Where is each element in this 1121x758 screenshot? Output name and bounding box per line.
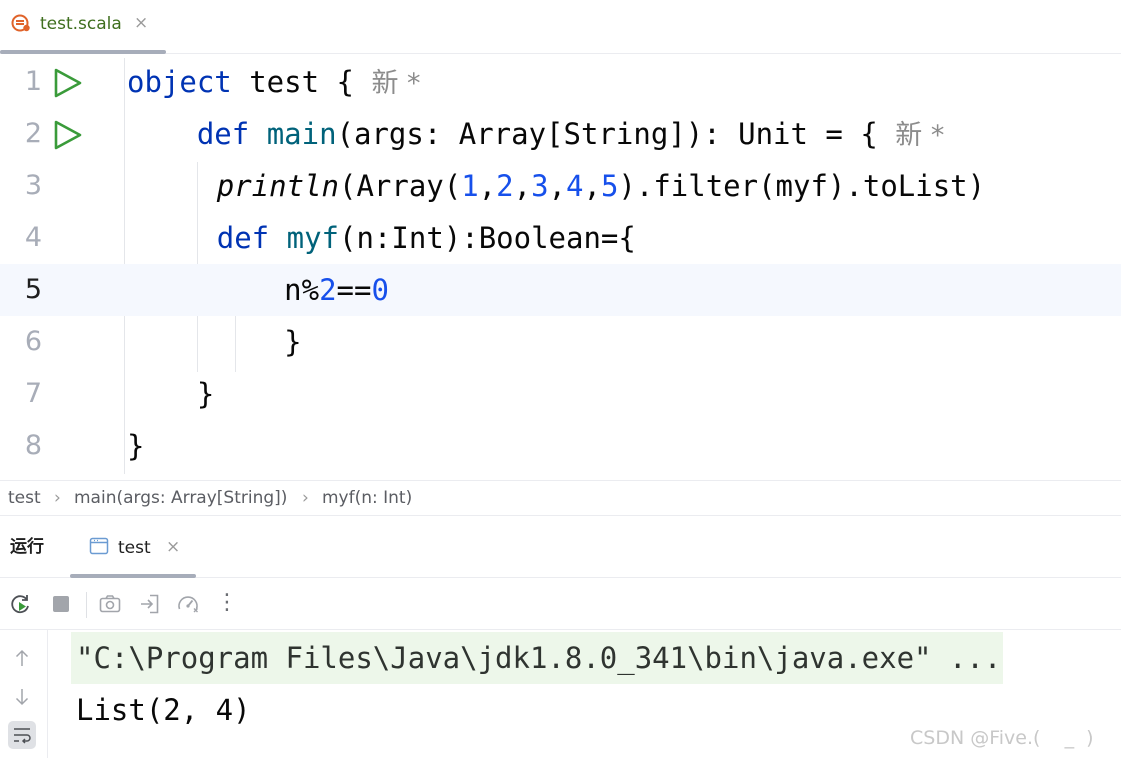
console-gutter xyxy=(0,630,48,758)
code-token: { xyxy=(336,65,354,99)
code-text: } xyxy=(127,316,302,368)
function-token: println xyxy=(216,169,339,203)
line-number: 6 xyxy=(24,326,42,357)
code-token: } xyxy=(127,429,145,463)
screenshot-icon[interactable] xyxy=(98,592,122,616)
number-token: 4 xyxy=(566,169,584,203)
code-token: == xyxy=(336,273,372,307)
run-tab-label: test xyxy=(118,538,151,558)
code-line[interactable]: 2 def main(args: Array[String]): Unit = … xyxy=(0,108,1121,160)
editor-tab-label: test.scala xyxy=(40,14,122,34)
profiler-icon[interactable] xyxy=(176,592,200,616)
stop-icon[interactable] xyxy=(49,592,73,616)
code-token: , xyxy=(513,169,532,203)
number-token: 5 xyxy=(600,169,619,203)
keyword-token: def xyxy=(216,221,270,255)
line-number: 8 xyxy=(24,430,42,461)
number-token: 1 xyxy=(461,169,479,203)
code-token: n% xyxy=(284,273,320,307)
scala-file-icon xyxy=(11,14,30,32)
code-line[interactable]: 8 } xyxy=(0,420,1121,472)
run-gutter-icon[interactable] xyxy=(52,67,84,99)
code-text: println(Array(1,2,3,4,5).filter(myf).toL… xyxy=(112,160,985,212)
close-icon[interactable]: × xyxy=(134,12,148,34)
exit-icon[interactable] xyxy=(138,592,162,616)
function-token: myf xyxy=(286,221,340,255)
code-line[interactable]: 1 object test { 新 * xyxy=(0,56,1121,108)
number-token: 2 xyxy=(496,169,514,203)
code-text: n%2==0 xyxy=(127,264,389,316)
code-token: (n:Int):Boolean={ xyxy=(339,221,636,255)
breadcrumb-item-main[interactable]: main(args: Array[String]) xyxy=(74,481,287,515)
editor-tab-test-scala[interactable]: test.scala × xyxy=(0,0,166,54)
breadcrumb: test › main(args: Array[String]) › myf(n… xyxy=(0,480,1121,516)
rerun-icon[interactable] xyxy=(9,592,33,616)
breadcrumb-separator: › xyxy=(302,488,309,508)
run-panel-title: 运行 xyxy=(10,537,44,557)
watermark-text: CSDN @Five.( _ ) xyxy=(910,727,1094,749)
run-toolbar: ⋮ xyxy=(0,578,1121,630)
code-token: test xyxy=(231,65,337,99)
editor-tab-bar: test.scala × xyxy=(0,0,1121,54)
breadcrumb-item-test[interactable]: test xyxy=(8,481,41,515)
code-token: (Array( xyxy=(338,169,462,203)
console-output-line[interactable]: List(2, 4) xyxy=(76,684,251,736)
code-editor[interactable]: 1 object test { 新 * 2 def main(args: Arr… xyxy=(0,56,1121,480)
scroll-up-icon[interactable] xyxy=(8,644,36,672)
code-line[interactable]: 3 println(Array(1,2,3,4,5).filter(myf).t… xyxy=(0,160,1121,212)
number-token: 3 xyxy=(531,169,549,203)
active-tab-indicator xyxy=(0,50,166,54)
number-token: 2 xyxy=(319,273,337,307)
code-text: def myf(n:Int):Boolean={ xyxy=(112,212,636,264)
code-text: } xyxy=(127,368,214,420)
line-number: 2 xyxy=(24,118,42,149)
run-config-icon xyxy=(89,537,109,555)
code-token: , xyxy=(548,169,567,203)
keyword-token: def xyxy=(196,117,250,151)
close-icon[interactable]: × xyxy=(166,536,180,558)
inlay-hint[interactable]: 新 * xyxy=(895,120,944,151)
code-token: } xyxy=(284,325,302,359)
soft-wrap-icon[interactable] xyxy=(8,721,36,749)
code-token: (args: Array[String]): Unit = { xyxy=(336,117,878,151)
console-command-line[interactable]: "C:\Program Files\Java\jdk1.8.0_341\bin\… xyxy=(71,632,1004,684)
code-text: object test { 新 * xyxy=(127,56,421,110)
inlay-hint[interactable]: 新 * xyxy=(371,68,420,99)
number-token: 0 xyxy=(371,273,389,307)
function-token: main xyxy=(266,117,337,151)
code-text: } xyxy=(127,420,144,472)
code-token: } xyxy=(196,377,215,411)
breadcrumb-item-myf[interactable]: myf(n: Int) xyxy=(322,481,412,515)
code-text: def main(args: Array[String]): Unit = { … xyxy=(127,108,945,162)
scroll-down-icon[interactable] xyxy=(8,683,36,711)
breadcrumb-separator: › xyxy=(54,488,61,508)
code-line[interactable]: 6 } xyxy=(0,316,1121,368)
run-gutter-icon[interactable] xyxy=(52,119,84,151)
keyword-token: object xyxy=(127,65,232,99)
code-line[interactable]: 4 def myf(n:Int):Boolean={ xyxy=(0,212,1121,264)
line-number: 4 xyxy=(24,222,42,253)
code-token: , xyxy=(583,169,601,203)
more-icon[interactable]: ⋮ xyxy=(216,590,238,615)
code-token: , xyxy=(478,169,497,203)
code-token: ).filter(myf).toList) xyxy=(618,169,986,203)
line-number: 5 xyxy=(24,274,42,305)
code-line[interactable]: 7 } xyxy=(0,368,1121,420)
run-tab-test[interactable]: test × xyxy=(70,516,196,578)
toolbar-separator xyxy=(86,592,87,618)
line-number: 7 xyxy=(24,378,42,409)
line-number: 3 xyxy=(24,170,42,201)
code-line-current[interactable]: 5 n%2==0 xyxy=(0,264,1121,316)
line-number: 1 xyxy=(24,66,42,97)
run-panel-header: 运行 test × xyxy=(0,516,1121,578)
